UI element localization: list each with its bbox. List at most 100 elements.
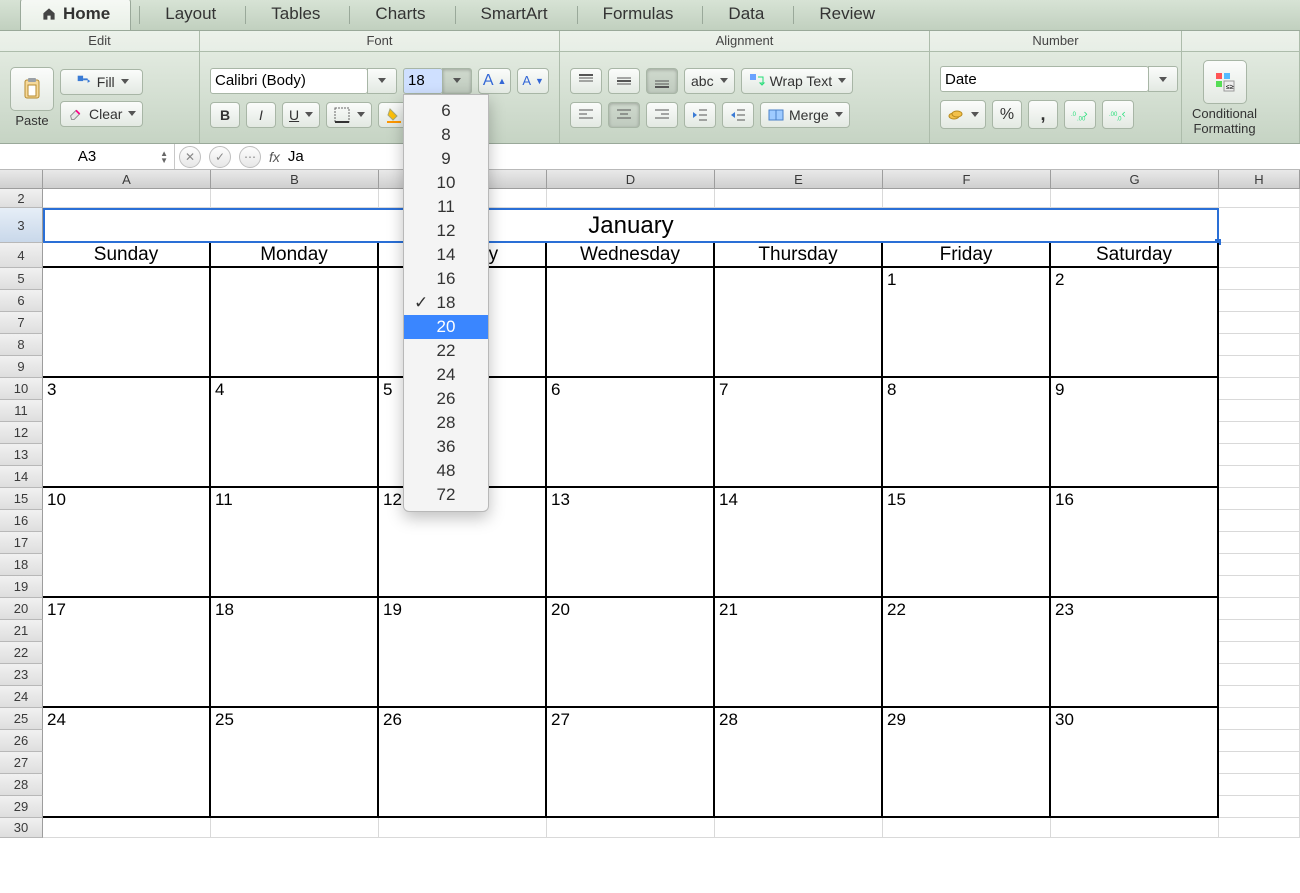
day-header-cell[interactable]: Saturday xyxy=(1051,243,1219,268)
row-header[interactable]: 30 xyxy=(0,818,43,838)
day-header-cell[interactable]: Monday xyxy=(211,243,379,268)
font-size-option[interactable]: 12 xyxy=(404,219,488,243)
font-size-option[interactable]: 72 xyxy=(404,483,488,507)
font-size-dropdown[interactable] xyxy=(442,68,472,94)
tab-formulas[interactable]: Formulas xyxy=(582,0,695,30)
calendar-day-cell[interactable]: 11 xyxy=(211,488,379,598)
calendar-day-cell[interactable]: 29 xyxy=(883,708,1051,818)
row-header[interactable]: 28 xyxy=(0,774,43,796)
row-header[interactable]: 15 xyxy=(0,488,43,510)
font-size-input[interactable] xyxy=(403,68,443,94)
row-header[interactable]: 19 xyxy=(0,576,43,598)
calendar-day-cell[interactable]: 30 xyxy=(1051,708,1219,818)
increase-decimal-button[interactable]: .0.00 xyxy=(1064,100,1096,129)
calendar-day-cell[interactable]: 13 xyxy=(547,488,715,598)
formula-builder-button[interactable]: ⋯ xyxy=(239,146,261,168)
calendar-day-cell[interactable]: 25 xyxy=(211,708,379,818)
currency-button[interactable] xyxy=(940,100,986,129)
row-header[interactable]: 3 xyxy=(0,208,43,243)
calendar-day-cell[interactable]: 24 xyxy=(43,708,211,818)
calendar-day-cell[interactable]: 4 xyxy=(211,378,379,488)
italic-button[interactable]: I xyxy=(246,102,276,128)
confirm-edit-button[interactable]: ✓ xyxy=(209,146,231,168)
orientation-button[interactable]: abc xyxy=(684,68,735,94)
column-header[interactable]: F xyxy=(883,170,1051,189)
tab-review[interactable]: Review xyxy=(798,0,896,30)
decrease-decimal-button[interactable]: .00.0 xyxy=(1102,100,1134,129)
font-size-option[interactable]: 48 xyxy=(404,459,488,483)
font-size-option[interactable]: 26 xyxy=(404,387,488,411)
day-header-cell[interactable]: Friday xyxy=(883,243,1051,268)
calendar-day-cell[interactable]: 7 xyxy=(715,378,883,488)
number-format-select[interactable] xyxy=(940,66,1149,92)
tab-charts[interactable]: Charts xyxy=(354,0,446,30)
row-header[interactable]: 13 xyxy=(0,444,43,466)
row-header[interactable]: 22 xyxy=(0,642,43,664)
tab-data[interactable]: Data xyxy=(707,0,785,30)
calendar-day-cell[interactable]: 15 xyxy=(883,488,1051,598)
calendar-day-cell[interactable] xyxy=(43,268,211,378)
font-size-option[interactable]: 24 xyxy=(404,363,488,387)
align-top-button[interactable] xyxy=(570,68,602,94)
calendar-day-cell[interactable] xyxy=(547,268,715,378)
calendar-day-cell[interactable]: 27 xyxy=(547,708,715,818)
font-name-dropdown[interactable] xyxy=(367,68,397,94)
row-header[interactable]: 4 xyxy=(0,243,43,268)
border-button[interactable] xyxy=(326,102,372,128)
align-right-button[interactable] xyxy=(646,102,678,128)
row-header[interactable]: 29 xyxy=(0,796,43,818)
align-middle-button[interactable] xyxy=(608,68,640,94)
calendar-day-cell[interactable]: 23 xyxy=(1051,598,1219,708)
calendar-day-cell[interactable]: 21 xyxy=(715,598,883,708)
underline-button[interactable]: U xyxy=(282,102,320,128)
column-header[interactable]: H xyxy=(1219,170,1300,189)
row-header[interactable]: 26 xyxy=(0,730,43,752)
calendar-day-cell[interactable]: 22 xyxy=(883,598,1051,708)
row-header[interactable]: 16 xyxy=(0,510,43,532)
row-header[interactable]: 6 xyxy=(0,290,43,312)
column-header[interactable]: D xyxy=(547,170,715,189)
font-size-option[interactable]: 10 xyxy=(404,171,488,195)
day-header-cell[interactable]: Wednesday xyxy=(547,243,715,268)
bold-button[interactable]: B xyxy=(210,102,240,128)
font-size-dropdown-list[interactable]: 6891011121416✓182022242628364872 xyxy=(403,94,489,512)
row-header[interactable]: 17 xyxy=(0,532,43,554)
align-left-button[interactable] xyxy=(570,102,602,128)
calendar-day-cell[interactable]: 1 xyxy=(883,268,1051,378)
calendar-day-cell[interactable]: 17 xyxy=(43,598,211,708)
row-header[interactable]: 21 xyxy=(0,620,43,642)
align-bottom-button[interactable] xyxy=(646,68,678,94)
spreadsheet[interactable]: ABCDEFGH 2345678910111213141516171819202… xyxy=(0,170,1300,893)
column-header[interactable]: G xyxy=(1051,170,1219,189)
font-size-option[interactable]: 16 xyxy=(404,267,488,291)
number-format-dropdown[interactable] xyxy=(1148,66,1178,92)
font-name-input[interactable] xyxy=(210,68,368,94)
percent-button[interactable]: % xyxy=(992,100,1022,129)
calendar-day-cell[interactable]: 8 xyxy=(883,378,1051,488)
row-header[interactable]: 12 xyxy=(0,422,43,444)
decrease-indent-button[interactable] xyxy=(684,102,716,128)
row-header[interactable]: 10 xyxy=(0,378,43,400)
increase-indent-button[interactable] xyxy=(722,102,754,128)
row-header[interactable]: 24 xyxy=(0,686,43,708)
calendar-day-cell[interactable]: 6 xyxy=(547,378,715,488)
row-header[interactable]: 27 xyxy=(0,752,43,774)
column-header[interactable]: A xyxy=(43,170,211,189)
paste-button[interactable] xyxy=(10,67,54,111)
calendar-day-cell[interactable]: 10 xyxy=(43,488,211,598)
shrink-font-button[interactable]: A▼ xyxy=(517,68,549,94)
calendar-day-cell[interactable]: 19 xyxy=(379,598,547,708)
calendar-day-cell[interactable] xyxy=(715,268,883,378)
font-size-option[interactable]: ✓18 xyxy=(404,291,488,315)
calendar-day-cell[interactable]: 20 xyxy=(547,598,715,708)
calendar-day-cell[interactable]: 16 xyxy=(1051,488,1219,598)
stepper-icon[interactable]: ▲▼ xyxy=(160,150,168,164)
tab-tables[interactable]: Tables xyxy=(250,0,341,30)
row-header[interactable]: 8 xyxy=(0,334,43,356)
select-all-corner[interactable] xyxy=(0,170,43,189)
row-header[interactable]: 7 xyxy=(0,312,43,334)
font-size-option[interactable]: 22 xyxy=(404,339,488,363)
calendar-day-cell[interactable] xyxy=(211,268,379,378)
wrap-text-button[interactable]: Wrap Text xyxy=(741,68,854,94)
merge-button[interactable]: Merge xyxy=(760,102,850,128)
